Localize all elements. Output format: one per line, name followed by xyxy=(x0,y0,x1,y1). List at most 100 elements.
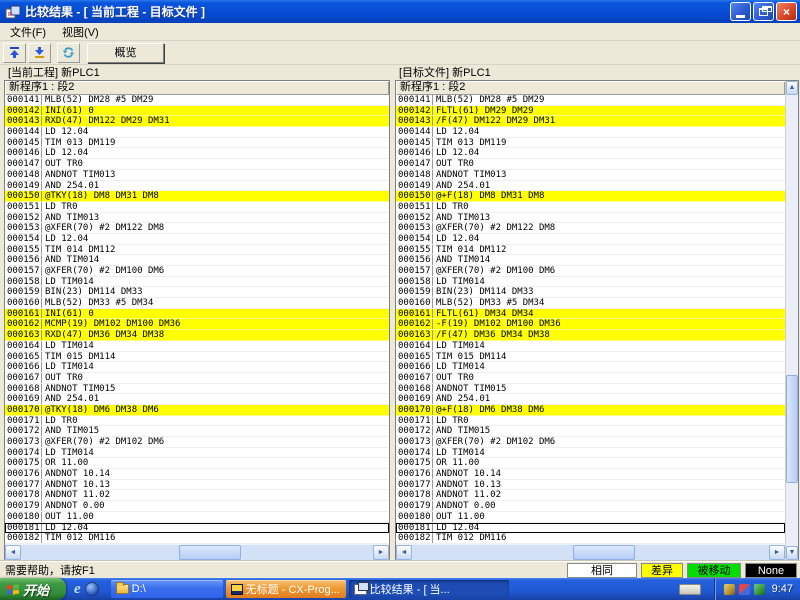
next-difference-button[interactable] xyxy=(28,43,51,63)
code-row[interactable]: 000154LD 12.04 xyxy=(396,234,785,245)
code-row[interactable]: 000170@+F(18) DM6 DM38 DM6 xyxy=(396,405,785,416)
horizontal-scrollbar[interactable]: ◄ ► xyxy=(5,544,389,560)
code-row[interactable]: 000149AND 254.01 xyxy=(5,181,389,192)
code-row[interactable]: 000157@XFER(70) #2 DM100 DM6 xyxy=(396,266,785,277)
code-row[interactable]: 000181LD 12.04 xyxy=(396,523,785,534)
overview-button[interactable]: 概览 xyxy=(87,43,164,63)
code-row[interactable]: 000141MLB(52) DM28 #5 DM29 xyxy=(5,95,389,106)
code-row[interactable]: 000160MLB(52) DM33 #5 DM34 xyxy=(396,298,785,309)
code-row[interactable]: 000145TIM 013 DM119 xyxy=(5,138,389,149)
scroll-up-button[interactable]: ▲ xyxy=(786,81,798,95)
code-row[interactable]: 000156AND TIM014 xyxy=(5,255,389,266)
code-row[interactable]: 000182TIM 012 DM116 xyxy=(5,533,389,544)
code-row[interactable]: 000182TIM 012 DM116 xyxy=(396,533,785,544)
code-row[interactable]: 000146LD 12.04 xyxy=(396,148,785,159)
scroll-track[interactable] xyxy=(786,95,798,546)
code-row[interactable]: 000158LD TIM014 xyxy=(396,277,785,288)
code-row[interactable]: 000155TIM 014 DM112 xyxy=(396,245,785,256)
code-row[interactable]: 000174LD TIM014 xyxy=(5,448,389,459)
code-row[interactable]: 000169AND 254.01 xyxy=(5,394,389,405)
code-row[interactable]: 000179ANDNOT 0.00 xyxy=(396,501,785,512)
code-row[interactable]: 000158LD TIM014 xyxy=(5,277,389,288)
code-row[interactable]: 000143RXD(47) DM122 DM29 DM31 xyxy=(5,116,389,127)
horizontal-scrollbar[interactable]: ◄ ► xyxy=(396,544,785,560)
code-row[interactable]: 000180OUT 11.00 xyxy=(396,512,785,523)
code-row[interactable]: 000151LD TR0 xyxy=(396,202,785,213)
menu-item-1[interactable]: 视图(V) xyxy=(54,22,107,42)
internet-explorer-icon[interactable]: e xyxy=(74,582,81,597)
code-row[interactable]: 000175OR 11.00 xyxy=(396,458,785,469)
input-method-indicator[interactable] xyxy=(679,584,701,595)
scroll-track[interactable] xyxy=(412,545,769,560)
code-row[interactable]: 000153@XFER(70) #2 DM122 DM8 xyxy=(396,223,785,234)
code-row[interactable]: 000168ANDNOT TIM015 xyxy=(5,384,389,395)
code-row[interactable]: 000153@XFER(70) #2 DM122 DM8 xyxy=(5,223,389,234)
code-row[interactable]: 000148ANDNOT TIM013 xyxy=(5,170,389,181)
code-row[interactable]: 000152AND TIM013 xyxy=(5,213,389,224)
scroll-thumb[interactable] xyxy=(786,375,798,483)
code-row[interactable]: 000165TIM 015 DM114 xyxy=(396,352,785,363)
code-row[interactable]: 000156AND TIM014 xyxy=(396,255,785,266)
tray-icon-2[interactable] xyxy=(739,584,750,595)
code-row[interactable]: 000177ANDNOT 10.13 xyxy=(396,480,785,491)
scroll-right-button[interactable]: ► xyxy=(373,545,389,560)
refresh-button[interactable] xyxy=(57,43,80,63)
scroll-thumb[interactable] xyxy=(179,545,241,560)
code-row[interactable]: 000145TIM 013 DM119 xyxy=(396,138,785,149)
code-row[interactable]: 000173@XFER(70) #2 DM102 DM6 xyxy=(5,437,389,448)
code-row[interactable]: 000166LD TIM014 xyxy=(396,362,785,373)
code-row[interactable]: 000141MLB(52) DM28 #5 DM29 xyxy=(396,95,785,106)
scroll-down-button[interactable]: ▼ xyxy=(786,546,798,560)
code-row[interactable]: 000164LD TIM014 xyxy=(5,341,389,352)
code-row[interactable]: 000159BIN(23) DM114 DM33 xyxy=(5,287,389,298)
taskbar-button[interactable]: 比较结果 - [ 当... xyxy=(349,580,509,598)
code-row[interactable]: 000150@TKY(18) DM8 DM31 DM8 xyxy=(5,191,389,202)
code-row[interactable]: 000169AND 254.01 xyxy=(396,394,785,405)
scroll-thumb[interactable] xyxy=(573,545,635,560)
code-row[interactable]: 000148ANDNOT TIM013 xyxy=(396,170,785,181)
code-row[interactable]: 000181LD 12.04 xyxy=(5,523,389,534)
code-row[interactable]: 000144LD 12.04 xyxy=(396,127,785,138)
code-row[interactable]: 000142INI(61) 0 xyxy=(5,106,389,117)
code-row[interactable]: 000157@XFER(70) #2 DM100 DM6 xyxy=(5,266,389,277)
code-row[interactable]: 000172AND TIM015 xyxy=(5,426,389,437)
code-row[interactable]: 000152AND TIM013 xyxy=(396,213,785,224)
tray-icon-1[interactable] xyxy=(724,584,735,595)
code-row[interactable]: 000154LD 12.04 xyxy=(5,234,389,245)
code-row[interactable]: 000147OUT TR0 xyxy=(396,159,785,170)
code-row[interactable]: 000175OR 11.00 xyxy=(5,458,389,469)
code-row[interactable]: 000178ANDNOT 11.02 xyxy=(5,490,389,501)
code-row[interactable]: 000166LD TIM014 xyxy=(5,362,389,373)
start-button[interactable]: 开始 xyxy=(0,578,66,600)
code-row[interactable]: 000180OUT 11.00 xyxy=(5,512,389,523)
code-row[interactable]: 000176ANDNOT 10.14 xyxy=(5,469,389,480)
code-row[interactable]: 000173@XFER(70) #2 DM102 DM6 xyxy=(396,437,785,448)
code-row[interactable]: 000143/F(47) DM122 DM29 DM31 xyxy=(396,116,785,127)
code-row[interactable]: 000167OUT TR0 xyxy=(396,373,785,384)
close-button[interactable]: × xyxy=(776,2,797,21)
scroll-left-button[interactable]: ◄ xyxy=(5,545,21,560)
code-row[interactable]: 000164LD TIM014 xyxy=(396,341,785,352)
code-row[interactable]: 000147OUT TR0 xyxy=(5,159,389,170)
code-row[interactable]: 000142FLTL(61) DM29 DM29 xyxy=(396,106,785,117)
scroll-right-button[interactable]: ► xyxy=(769,545,785,560)
code-row[interactable]: 000167OUT TR0 xyxy=(5,373,389,384)
minimize-button[interactable] xyxy=(730,2,751,21)
code-row[interactable]: 000144LD 12.04 xyxy=(5,127,389,138)
code-row[interactable]: 000162MCMP(19) DM102 DM100 DM36 xyxy=(5,319,389,330)
code-row[interactable]: 000149AND 254.01 xyxy=(396,181,785,192)
code-row[interactable]: 000178ANDNOT 11.02 xyxy=(396,490,785,501)
code-row[interactable]: 000161FLTL(61) DM34 DM34 xyxy=(396,309,785,320)
taskbar-button[interactable]: D:\ xyxy=(111,580,223,598)
code-row[interactable]: 000165TIM 015 DM114 xyxy=(5,352,389,363)
vertical-scrollbar[interactable]: ▲ ▼ xyxy=(785,81,798,560)
code-row[interactable]: 000172AND TIM015 xyxy=(396,426,785,437)
code-row[interactable]: 000179ANDNOT 0.00 xyxy=(5,501,389,512)
scroll-left-button[interactable]: ◄ xyxy=(396,545,412,560)
code-row[interactable]: 000168ANDNOT TIM015 xyxy=(396,384,785,395)
scroll-track[interactable] xyxy=(21,545,373,560)
code-row[interactable]: 000159BIN(23) DM114 DM33 xyxy=(396,287,785,298)
code-row[interactable]: 000162-F(19) DM102 DM100 DM36 xyxy=(396,319,785,330)
code-row[interactable]: 000163RXD(47) DM36 DM34 DM38 xyxy=(5,330,389,341)
taskbar-button[interactable]: 无标题 - CX-Prog... xyxy=(226,580,346,598)
